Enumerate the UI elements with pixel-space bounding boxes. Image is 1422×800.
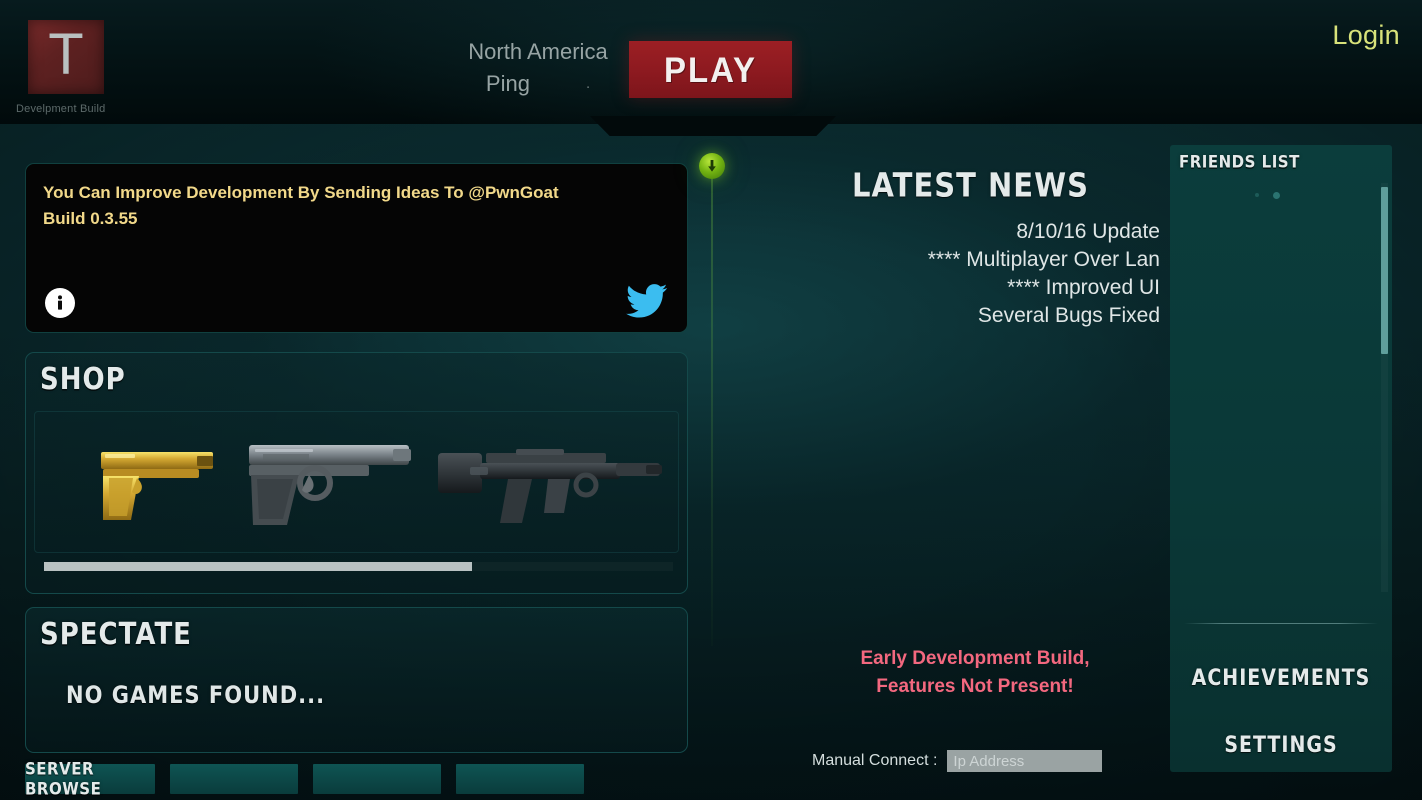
announcement-line-1: You Can Improve Development By Sending I…	[43, 183, 559, 202]
download-connector-line	[711, 176, 713, 646]
settings-button[interactable]: Settings	[1170, 732, 1392, 757]
shop-scrollbar-thumb[interactable]	[44, 562, 472, 571]
friends-loading-dots	[1255, 190, 1315, 200]
ping-value: .	[585, 75, 591, 92]
latest-news-section: Latest News 8/10/16 Update **** Multipla…	[760, 165, 1160, 330]
tab-slot-2[interactable]	[170, 764, 298, 794]
region-status: North America Ping .	[420, 36, 656, 100]
dev-warning-line-2: Features Not Present!	[876, 676, 1074, 697]
manual-connect-row: Manual Connect :	[812, 750, 1103, 772]
info-icon[interactable]	[45, 288, 75, 318]
logo-letter: T	[48, 22, 84, 87]
latest-news-body: 8/10/16 Update **** Multiplayer Over Lan…	[760, 218, 1160, 330]
tab-slot-4[interactable]	[456, 764, 584, 794]
spectate-title: Spectate	[40, 617, 192, 653]
shop-scrollbar-track[interactable]	[44, 562, 673, 571]
top-header-bar: T Develpment Build North America Ping . …	[0, 0, 1422, 124]
twitter-bird-icon[interactable]	[626, 283, 668, 319]
latest-news-title: Latest News	[852, 165, 1089, 205]
tab-slot-3[interactable]	[313, 764, 441, 794]
announcement-line-2: Build 0.3.55	[43, 209, 138, 228]
friends-panel-divider	[1184, 623, 1378, 624]
spectate-empty-message: No Games Found...	[66, 681, 326, 709]
play-button[interactable]: PLAY	[629, 41, 792, 98]
manual-connect-label: Manual Connect :	[812, 752, 938, 769]
tab-server-browse[interactable]: Server Browse	[25, 759, 155, 799]
friends-scrollbar-thumb[interactable]	[1381, 187, 1388, 354]
announcement-panel: You Can Improve Development By Sending I…	[25, 163, 688, 333]
download-icon[interactable]	[699, 153, 725, 179]
shop-item-silver-pistol[interactable]	[240, 421, 420, 541]
tab-server-browse-label: Server Browse	[25, 758, 102, 800]
news-line-1: 8/10/16 Update	[1016, 220, 1160, 243]
dev-warning-line-1: Early Development Build,	[860, 648, 1090, 669]
play-button-label: PLAY	[664, 48, 757, 89]
news-line-2: **** Multiplayer Over Lan	[927, 248, 1160, 271]
shop-panel: Shop	[25, 352, 688, 594]
login-button[interactable]: Login	[1332, 20, 1400, 51]
ip-address-input[interactable]	[947, 750, 1103, 772]
news-line-4: Several Bugs Fixed	[977, 304, 1160, 327]
region-label: North America	[468, 39, 608, 64]
shop-item-partial-weapon[interactable]	[676, 421, 677, 541]
header-notch	[590, 116, 836, 136]
ping-label: Ping	[485, 71, 530, 96]
build-caption: Develpment Build	[16, 103, 106, 115]
dev-build-warning: Early Development Build, Features Not Pr…	[800, 645, 1150, 701]
app-logo: T	[28, 20, 104, 94]
friends-list-panel: Friends List Achievements Settings	[1170, 145, 1392, 772]
achievements-button[interactable]: Achievements	[1170, 665, 1392, 690]
game-window: T Develpment Build North America Ping . …	[0, 0, 1422, 800]
shop-item-dark-rifle[interactable]	[434, 421, 664, 541]
shop-title: Shop	[40, 362, 126, 398]
friends-list-title: Friends List	[1179, 151, 1300, 173]
spectate-panel: Spectate No Games Found...	[25, 607, 688, 753]
shop-item-gold-pistol[interactable]	[76, 421, 226, 541]
shop-item-list	[44, 421, 677, 541]
announcement-text: You Can Improve Development By Sending I…	[43, 180, 663, 232]
news-line-3: **** Improved UI	[1007, 276, 1160, 299]
